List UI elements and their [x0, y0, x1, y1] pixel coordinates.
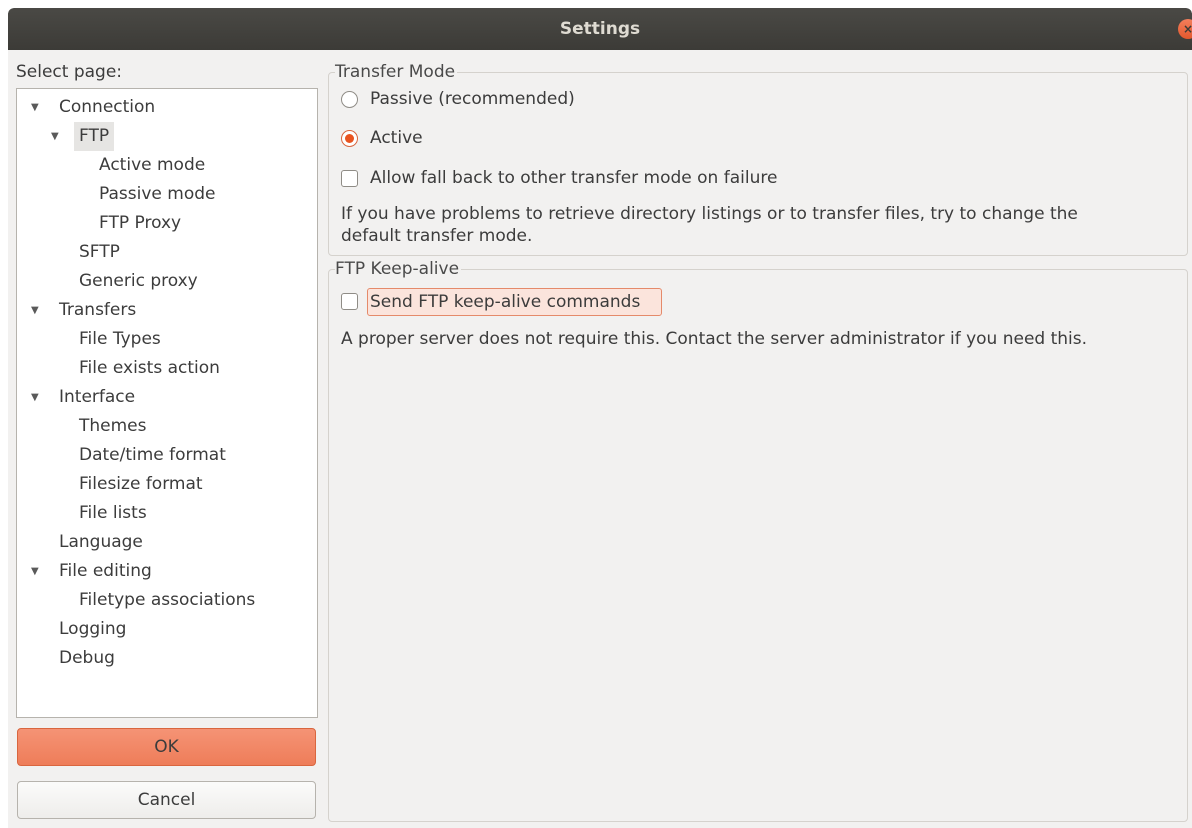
expand-arrow-icon[interactable]: ▼ [51, 122, 63, 151]
tree-item-generic-proxy[interactable]: Generic proxy [74, 267, 203, 296]
tree-item-passive-mode[interactable]: Passive mode [94, 180, 220, 209]
tree-item-label: Interface [59, 387, 136, 407]
tree-item-label: Themes [79, 416, 147, 436]
tree-item-file-editing[interactable]: ▼ File editing [31, 557, 157, 586]
tree-item-file-types[interactable]: File Types [74, 325, 166, 354]
tree-item-file-lists[interactable]: File lists [74, 499, 152, 528]
tree-item-label: Language [59, 532, 143, 552]
tree-item-filetype-associations[interactable]: Filetype associations [74, 586, 260, 615]
tree-item-label: Generic proxy [79, 271, 198, 291]
close-icon[interactable]: × [1178, 19, 1192, 39]
title-bar[interactable]: Settings × [8, 8, 1192, 50]
tree-item-label: Transfers [59, 300, 137, 320]
tree-item-label: File lists [79, 503, 147, 523]
keep-alive-checkbox-label[interactable]: Send FTP keep-alive commands [370, 289, 640, 315]
tree-item-ftp[interactable]: ▼ FTP [51, 122, 115, 151]
transfer-mode-info-line1: If you have problems to retrieve directo… [341, 204, 1078, 224]
fallback-checkbox[interactable] [341, 170, 358, 187]
tree-item-ftp-proxy[interactable]: FTP Proxy [94, 209, 186, 238]
keep-alive-info: A proper server does not require this. C… [341, 329, 1088, 349]
fallback-checkbox-label[interactable]: Allow fall back to other transfer mode o… [370, 165, 777, 191]
tree-item-transfers[interactable]: ▼ Transfers [31, 296, 141, 325]
tree-item-connection[interactable]: ▼ Connection [31, 93, 160, 122]
tree-item-label: File Types [79, 329, 161, 349]
expand-arrow-icon[interactable]: ▼ [31, 557, 43, 586]
tree-item-debug[interactable]: Debug [54, 644, 120, 673]
tree-item-themes[interactable]: Themes [74, 412, 152, 441]
keep-alive-group [328, 269, 1188, 822]
transfer-mode-title: Transfer Mode [335, 60, 458, 84]
tree-item-filesize-format[interactable]: Filesize format [74, 470, 208, 499]
tree-item-label: Filetype associations [79, 590, 256, 610]
tree-item-label: FTP Proxy [99, 213, 182, 233]
tree-item-logging[interactable]: Logging [54, 615, 131, 644]
tree-item-label: Date/time format [79, 445, 226, 465]
tree-item-label: File editing [59, 561, 152, 581]
expand-arrow-icon[interactable]: ▼ [31, 296, 43, 325]
active-radio-label[interactable]: Active [370, 125, 423, 151]
tree-item-label: File exists action [79, 358, 220, 378]
tree-item-active-mode[interactable]: Active mode [94, 151, 210, 180]
tree-item-label: Filesize format [79, 474, 203, 494]
expand-arrow-icon[interactable]: ▼ [31, 93, 43, 122]
passive-radio-label[interactable]: Passive (recommended) [370, 86, 575, 112]
cancel-button[interactable]: Cancel [17, 781, 316, 819]
settings-page-tree[interactable]: ▼ Connection ▼ FTP Active mode Passive mode FT… [16, 88, 318, 718]
settings-window: Settings × Select page: ▼ Connection ▼ FTP A… [8, 8, 1192, 828]
tree-item-interface[interactable]: ▼ Interface [31, 383, 140, 412]
tree-item-label: FTP [74, 122, 115, 151]
ok-button[interactable]: OK [17, 728, 316, 766]
tree-item-label: Active mode [99, 155, 206, 175]
tree-item-date-time-format[interactable]: Date/time format [74, 441, 231, 470]
transfer-mode-info-line2: default transfer mode. [341, 226, 533, 246]
tree-item-label: Passive mode [99, 184, 216, 204]
tree-item-file-exists-action[interactable]: File exists action [74, 354, 225, 383]
keep-alive-checkbox[interactable] [341, 293, 358, 310]
window-title: Settings [559, 19, 641, 39]
tree-item-sftp[interactable]: SFTP [74, 238, 125, 267]
tree-item-language[interactable]: Language [54, 528, 148, 557]
tree-item-label: SFTP [79, 242, 120, 262]
passive-radio[interactable] [341, 91, 358, 108]
active-radio[interactable] [341, 130, 358, 147]
tree-item-label: Logging [59, 619, 127, 639]
tree-item-label: Connection [59, 97, 156, 117]
expand-arrow-icon[interactable]: ▼ [31, 383, 43, 412]
select-page-label: Select page: [16, 62, 123, 82]
keep-alive-title: FTP Keep-alive [335, 257, 462, 281]
tree-item-label: Debug [59, 648, 115, 668]
